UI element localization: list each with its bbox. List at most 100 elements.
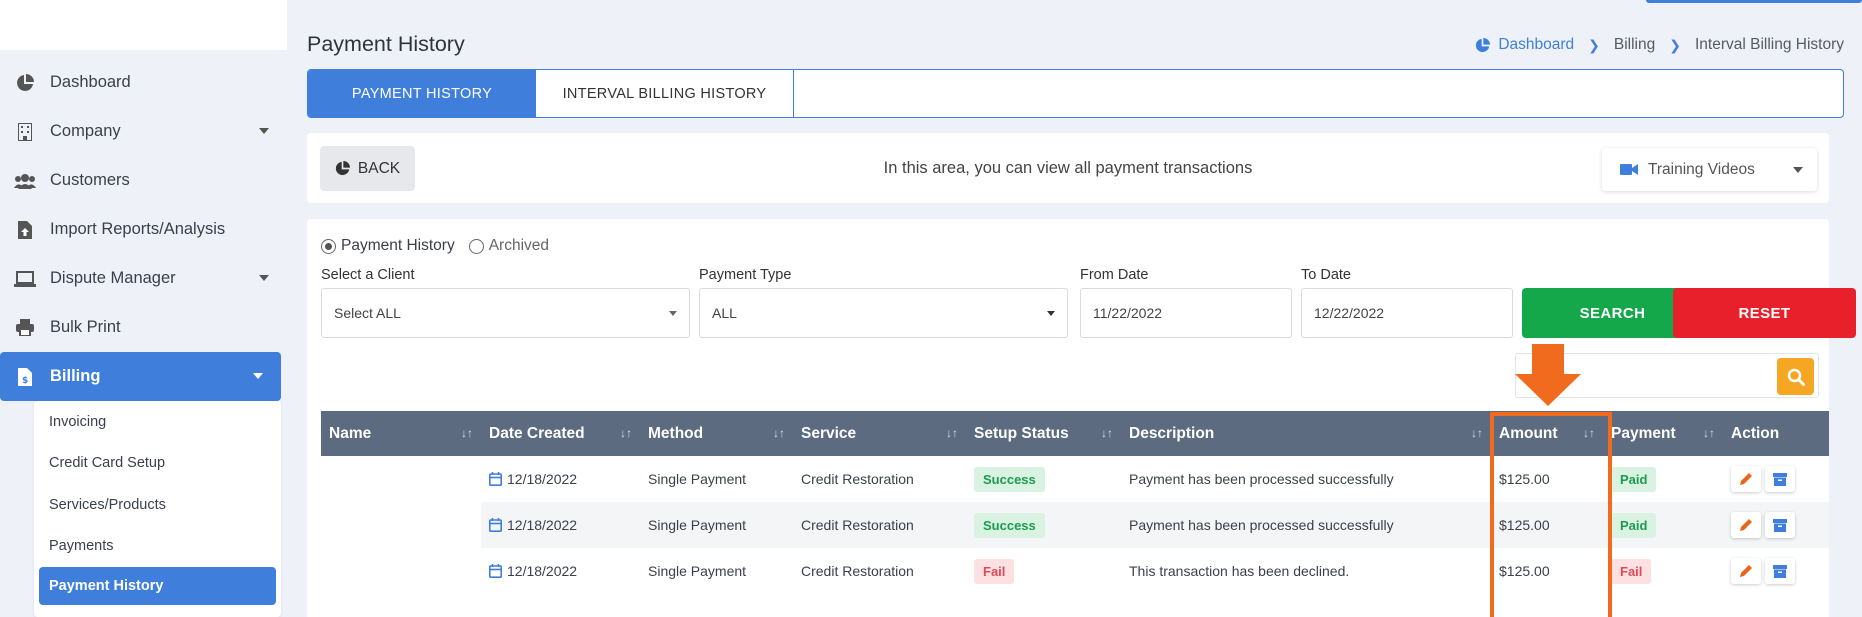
submenu-item-services-products[interactable]: Services/Products <box>34 484 281 526</box>
column-label: Setup Status <box>974 424 1069 442</box>
breadcrumb-label: Dashboard <box>1498 36 1575 53</box>
sidebar-item-label: Bulk Print <box>50 318 121 336</box>
info-bar: BACK In this area, you can view all paym… <box>307 133 1829 203</box>
pie-chart-icon <box>1475 37 1491 53</box>
submenu-item-payment-history[interactable]: Payment History <box>39 567 276 605</box>
sidebar-item-company[interactable]: Company <box>0 107 287 156</box>
archive-button[interactable] <box>1765 512 1795 538</box>
column-header-date-created[interactable]: Date Created ↓↑ <box>481 411 640 456</box>
laptop-icon <box>14 269 36 289</box>
status-badge: Success <box>974 512 1045 538</box>
column-header-name[interactable]: Name ↓↑ <box>321 411 481 456</box>
radio-payment-history[interactable]: Payment History <box>321 237 455 255</box>
to-date-input[interactable]: 12/22/2022 <box>1301 288 1513 338</box>
radio-archived[interactable]: Archived <box>468 237 550 255</box>
calendar-icon <box>489 564 502 578</box>
sidebar-item-dispute-manager[interactable]: Dispute Manager <box>0 254 287 303</box>
tab-interval-billing-history[interactable]: INTERVAL BILLING HISTORY <box>536 70 794 117</box>
users-icon <box>14 171 36 191</box>
column-header-setup-status[interactable]: Setup Status ↓↑ <box>966 411 1121 456</box>
payment-type-select[interactable]: ALL <box>699 288 1068 338</box>
edit-button[interactable] <box>1731 558 1761 584</box>
column-label: Name <box>329 424 372 442</box>
submenu-item-invoicing[interactable]: Invoicing <box>34 401 281 443</box>
column-label: Payment <box>1611 424 1676 442</box>
tab-bar: PAYMENT HISTORY INTERVAL BILLING HISTORY <box>307 69 1844 118</box>
to-date-value: 12/22/2022 <box>1314 305 1385 321</box>
date-value: 12/18/2022 <box>507 517 578 533</box>
breadcrumb-dashboard[interactable]: Dashboard <box>1475 36 1574 54</box>
cell-payment: Paid <box>1603 456 1723 502</box>
chevron-down-icon <box>1047 311 1055 316</box>
column-label: Action <box>1731 424 1780 442</box>
sidebar: Dashboard Company Customers Import Repor… <box>0 0 287 617</box>
column-label: Description <box>1129 424 1215 442</box>
client-select-value: Select ALL <box>334 305 401 321</box>
column-header-description[interactable]: Description ↓↑ <box>1121 411 1491 456</box>
column-label: Method <box>648 424 704 442</box>
page-title: Payment History <box>307 32 465 56</box>
sort-icon: ↓↑ <box>1471 426 1483 440</box>
cell-name <box>321 548 481 594</box>
radio-label: Archived <box>488 237 550 254</box>
from-date-input[interactable]: 11/22/2022 <box>1080 288 1292 338</box>
sort-icon: ↓↑ <box>1703 426 1715 440</box>
cell-action <box>1723 456 1829 502</box>
cell-date: 12/18/2022 <box>481 548 640 594</box>
billing-submenu: Invoicing Credit Card Setup Services/Pro… <box>34 401 281 617</box>
submenu-item-payments[interactable]: Payments <box>34 526 281 568</box>
cell-payment: Fail <box>1603 548 1723 594</box>
reset-button[interactable]: RESET <box>1673 288 1856 338</box>
cell-action <box>1723 548 1829 594</box>
calendar-icon <box>489 472 502 486</box>
sidebar-item-bulk-print[interactable]: Bulk Print <box>0 303 287 352</box>
status-badge: Success <box>974 466 1045 492</box>
payment-badge: Fail <box>1611 558 1652 584</box>
column-header-method[interactable]: Method ↓↑ <box>640 411 793 456</box>
archive-box-icon <box>1773 518 1787 532</box>
cell-date: 12/18/2022 <box>481 502 640 548</box>
cell-payment: Paid <box>1603 502 1723 548</box>
column-label: Service <box>801 424 857 442</box>
archive-button[interactable] <box>1765 558 1795 584</box>
search-icon <box>1787 368 1805 386</box>
edit-button[interactable] <box>1731 512 1761 538</box>
cell-service: Credit Restoration <box>801 563 914 579</box>
annotation-arrow-icon <box>1515 344 1581 410</box>
client-select[interactable]: Select ALL <box>321 288 690 338</box>
pencil-icon <box>1739 518 1753 532</box>
tab-payment-history[interactable]: PAYMENT HISTORY <box>308 70 536 117</box>
breadcrumb: Dashboard ❯ Billing ❯ Interval Billing H… <box>1475 36 1844 54</box>
column-label: Date Created <box>489 424 585 442</box>
client-label: Select a Client <box>321 267 415 283</box>
cell-action <box>1723 502 1829 548</box>
chevron-down-icon <box>253 373 263 379</box>
cell-method: Single Payment <box>648 471 747 487</box>
logo-area <box>0 0 287 50</box>
breadcrumb-billing[interactable]: Billing <box>1614 36 1655 54</box>
archive-box-icon <box>1773 472 1787 486</box>
column-header-action: Action <box>1723 411 1829 456</box>
archive-button[interactable] <box>1765 466 1795 492</box>
cell-service: Credit Restoration <box>801 471 914 487</box>
training-videos-dropdown[interactable]: Training Videos <box>1602 148 1817 191</box>
pencil-icon <box>1739 564 1753 578</box>
sidebar-item-customers[interactable]: Customers <box>0 156 287 205</box>
cell-status: Success <box>966 456 1121 502</box>
cell-description: Payment has been processed successfully <box>1129 517 1394 533</box>
cell-description: Payment has been processed successfully <box>1129 471 1394 487</box>
column-header-service[interactable]: Service ↓↑ <box>793 411 966 456</box>
sidebar-item-billing[interactable]: $ Billing <box>0 352 281 401</box>
cell-status: Fail <box>966 548 1121 594</box>
sort-icon: ↓↑ <box>946 426 958 440</box>
invoice-icon: $ <box>14 367 36 387</box>
table-search-button[interactable] <box>1777 358 1814 395</box>
edit-button[interactable] <box>1731 466 1761 492</box>
submenu-item-credit-card-setup[interactable]: Credit Card Setup <box>34 443 281 485</box>
sidebar-item-import-reports[interactable]: Import Reports/Analysis <box>0 205 287 254</box>
printer-icon <box>14 318 36 338</box>
sidebar-item-dashboard[interactable]: Dashboard <box>0 58 287 107</box>
column-header-payment[interactable]: Payment ↓↑ <box>1603 411 1723 456</box>
top-button-fragment[interactable] <box>1646 0 1862 3</box>
radio-indicator <box>321 238 336 254</box>
